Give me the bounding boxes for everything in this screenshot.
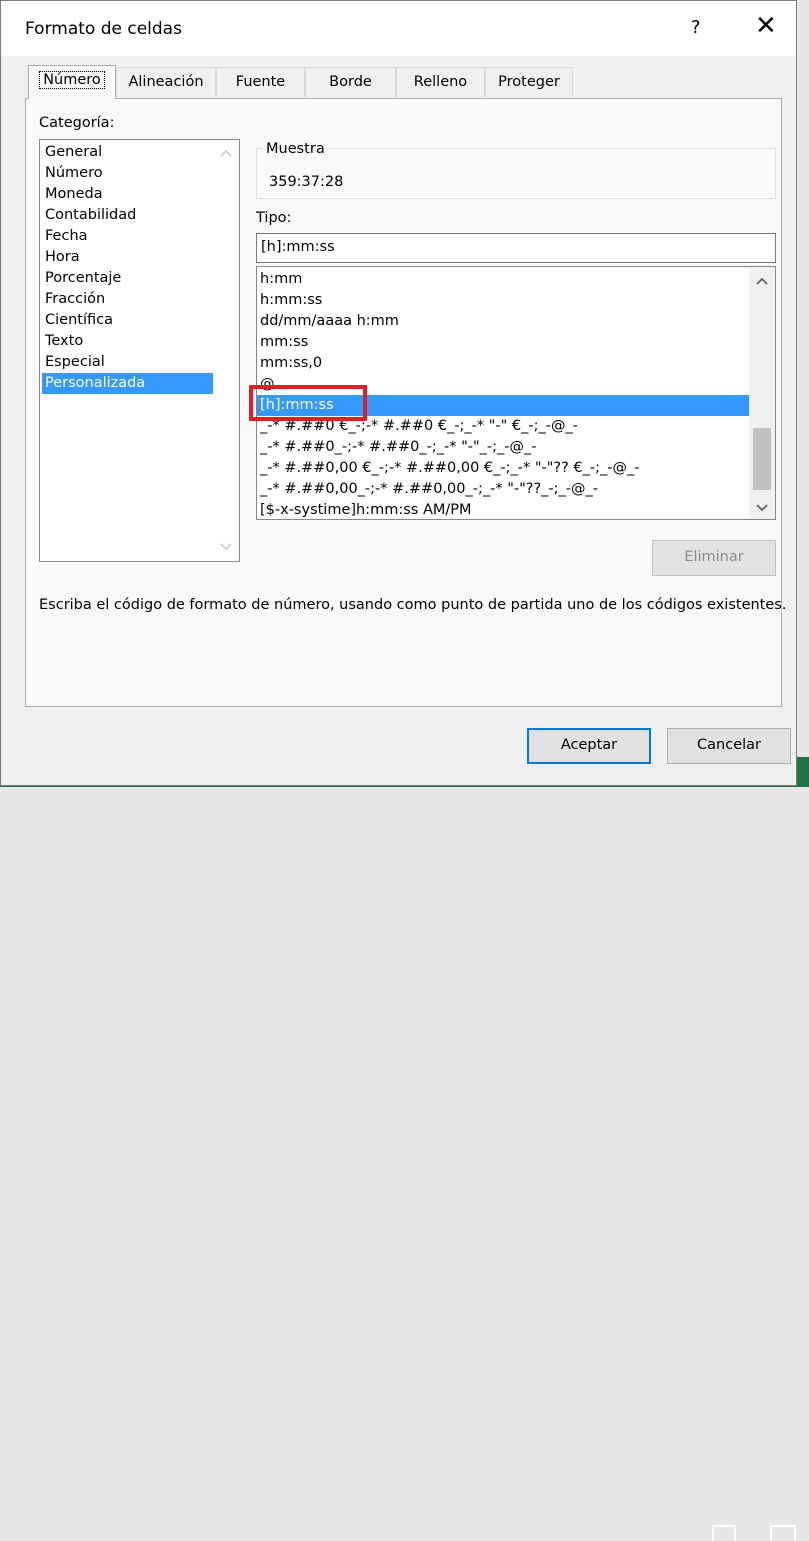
close-icon[interactable]: ✕ — [755, 13, 777, 39]
category-item[interactable]: Científica — [42, 310, 213, 331]
category-item[interactable]: Especial — [42, 352, 213, 373]
category-list[interactable]: General Número Moneda Contabilidad Fecha… — [39, 139, 240, 562]
scroll-down-icon[interactable] — [220, 540, 232, 552]
category-item[interactable]: General — [42, 142, 213, 163]
type-scrollbar[interactable] — [749, 267, 775, 519]
dialog-title: Formato de celdas — [25, 19, 182, 39]
normal-view-icon[interactable] — [712, 1525, 736, 1541]
category-scrollbar[interactable] — [213, 140, 239, 561]
category-label: Categoría: — [39, 115, 115, 131]
sample-value: 359:37:28 — [269, 174, 344, 190]
scroll-up-icon[interactable] — [220, 148, 232, 160]
type-item[interactable]: mm:ss — [257, 332, 749, 353]
category-item[interactable]: Contabilidad — [42, 205, 213, 226]
page-layout-icon[interactable] — [770, 1525, 796, 1541]
delete-button[interactable]: Eliminar — [652, 540, 776, 576]
category-item[interactable]: Fecha — [42, 226, 213, 247]
annotation-highlight-box — [249, 385, 367, 421]
tab-numero[interactable]: Número — [28, 65, 116, 99]
cancel-button[interactable]: Cancelar — [667, 728, 791, 764]
tab-proteger[interactable]: Proteger — [485, 67, 573, 97]
title-bar: Formato de celdas ? ✕ — [1, 1, 796, 56]
category-item[interactable]: Texto — [42, 331, 213, 352]
scroll-up-icon[interactable] — [756, 276, 768, 288]
tab-fuente[interactable]: Fuente — [216, 67, 305, 97]
type-input[interactable]: [h]:mm:ss — [256, 233, 776, 263]
category-item[interactable]: Fracción — [42, 289, 213, 310]
sample-label: Muestra — [263, 141, 328, 157]
type-item[interactable]: [$-x-systime]h:mm:ss AM/PM — [257, 500, 749, 519]
scroll-down-icon[interactable] — [756, 501, 768, 513]
type-item[interactable]: _-* #.##0,00_-;-* #.##0,00_-;_-* "-"??_-… — [257, 479, 749, 500]
category-item[interactable]: Moneda — [42, 184, 213, 205]
type-label: Tipo: — [256, 210, 292, 226]
tab-alineacion[interactable]: Alineación — [116, 67, 216, 97]
dialog-footer: Aceptar Cancelar — [1, 707, 796, 785]
category-item[interactable]: Porcentaje — [42, 268, 213, 289]
category-item[interactable]: Número — [42, 163, 213, 184]
type-item[interactable]: _-* #.##0,00 €_-;-* #.##0,00 €_-;_-* "-"… — [257, 458, 749, 479]
type-item[interactable]: _-* #.##0_-;-* #.##0_-;_-* "-"_-;_-@_- — [257, 437, 749, 458]
type-item[interactable]: mm:ss,0 — [257, 353, 749, 374]
format-cells-dialog: Formato de celdas ? ✕ Número Alineación … — [0, 0, 797, 786]
description-text: Escriba el código de formato de número, … — [39, 597, 787, 613]
type-item[interactable]: h:mm:ss — [257, 290, 749, 311]
category-item-selected[interactable]: Personalizada — [42, 373, 213, 394]
tab-borde[interactable]: Borde — [305, 67, 396, 97]
help-icon[interactable]: ? — [691, 17, 701, 38]
scroll-thumb[interactable] — [753, 428, 771, 490]
type-item[interactable]: dd/mm/aaaa h:mm — [257, 311, 749, 332]
accept-button[interactable]: Aceptar — [527, 728, 651, 764]
category-item[interactable]: Hora — [42, 247, 213, 268]
tab-relleno[interactable]: Relleno — [396, 67, 485, 97]
type-item[interactable]: h:mm — [257, 269, 749, 290]
